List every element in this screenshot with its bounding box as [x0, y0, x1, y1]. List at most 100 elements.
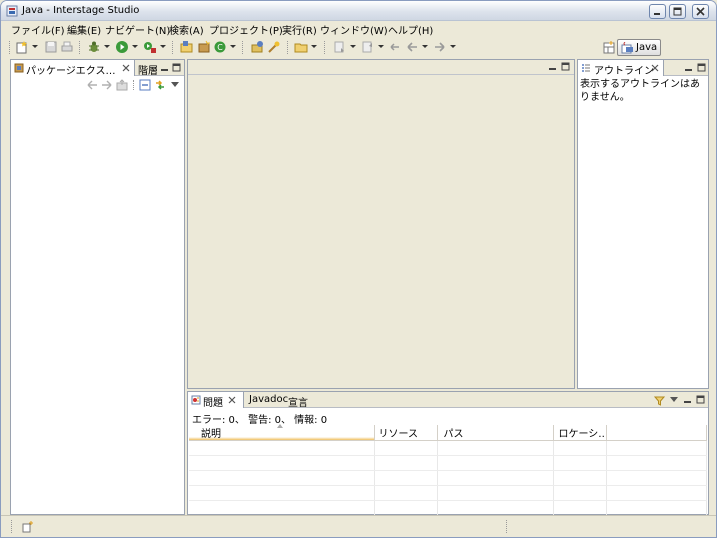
back-icon[interactable]	[405, 40, 419, 54]
menu-navigate[interactable]: ナビゲート(N)	[105, 22, 170, 37]
next-annotation-dropdown[interactable]	[350, 45, 356, 48]
close-tab-icon[interactable]	[122, 64, 130, 72]
tab-package-explorer[interactable]: パッケージエクス…	[11, 60, 135, 77]
menu-file[interactable]: ファイル(F)	[11, 22, 65, 37]
print-icon[interactable]	[60, 40, 74, 54]
close-tab-icon[interactable]	[228, 396, 236, 404]
open-type-icon[interactable]	[251, 40, 265, 54]
menu-project[interactable]: プロジェクト(P)	[209, 22, 283, 37]
run-dropdown[interactable]	[132, 45, 138, 48]
package-explorer-tab-label: パッケージエクス…	[26, 66, 116, 77]
maximize-view-icon[interactable]	[697, 63, 706, 72]
menu-help[interactable]: ヘルプ(H)	[388, 22, 433, 37]
back-dropdown[interactable]	[422, 45, 428, 48]
view-menu-icon[interactable]	[171, 82, 179, 87]
toolbar-separator	[324, 41, 325, 54]
minimize-button[interactable]	[649, 4, 666, 19]
table-cell	[553, 500, 607, 516]
tab-javadoc[interactable]: Javadoc	[246, 392, 289, 408]
new-class-dropdown[interactable]	[230, 45, 236, 48]
outline-view: アウトライン 表示するアウトラインはありません。	[577, 59, 709, 389]
javadoc-tab-label: Javadoc	[249, 394, 289, 405]
save-icon[interactable]	[44, 40, 58, 54]
new-icon[interactable]	[15, 40, 29, 54]
table-row	[189, 500, 707, 516]
open-folder-dropdown[interactable]	[311, 45, 317, 48]
table-cell	[374, 485, 438, 501]
back-nav-icon[interactable]	[86, 80, 98, 90]
tab-declaration[interactable]: 宣言	[286, 392, 310, 409]
external-tools-icon[interactable]	[143, 40, 157, 54]
debug-icon[interactable]	[87, 40, 101, 54]
minimize-icon	[654, 13, 660, 15]
menu-run[interactable]: 実行(R)	[282, 22, 317, 37]
problems-tab-label: 問題	[203, 398, 223, 409]
new-class-icon[interactable]: C	[213, 40, 227, 54]
tab-problems[interactable]: 問題	[188, 392, 244, 409]
table-cell	[437, 455, 554, 471]
maximize-view-icon[interactable]	[561, 62, 570, 71]
minimize-view-icon[interactable]	[160, 63, 169, 72]
outline-message: 表示するアウトラインはありません。	[580, 79, 700, 103]
new-dropdown[interactable]	[32, 45, 38, 48]
previous-annotation-icon[interactable]	[361, 40, 375, 54]
tab-hierarchy[interactable]: 階層	[135, 60, 159, 77]
tab-outline[interactable]: アウトライン	[578, 60, 664, 77]
column-extra	[606, 425, 707, 441]
package-explorer-icon	[14, 63, 24, 73]
close-button[interactable]	[692, 4, 709, 19]
external-tools-dropdown[interactable]	[160, 45, 166, 48]
menu-edit[interactable]: 編集(E)	[67, 22, 101, 37]
new-package-icon[interactable]	[197, 40, 211, 54]
collapse-all-icon[interactable]	[139, 79, 151, 91]
table-cell	[606, 500, 707, 516]
status-separator	[11, 520, 12, 533]
fast-view-icon[interactable]	[22, 521, 34, 533]
table-cell	[189, 485, 375, 501]
last-edit-location-icon[interactable]	[389, 40, 403, 54]
minimize-view-icon[interactable]	[548, 62, 557, 71]
forward-nav-icon[interactable]	[101, 80, 113, 90]
debug-dropdown[interactable]	[104, 45, 110, 48]
app-icon	[6, 5, 18, 17]
column-resource[interactable]: リソース	[374, 425, 438, 441]
title-bar[interactable]: Java - Interstage Studio	[1, 1, 716, 21]
search-icon[interactable]	[267, 40, 281, 54]
java-perspective-icon	[621, 42, 633, 54]
table-cell	[374, 440, 438, 456]
new-java-project-icon[interactable]	[180, 40, 194, 54]
maximize-button[interactable]	[669, 4, 686, 19]
java-perspective-button[interactable]: Java	[617, 39, 661, 56]
close-tab-icon[interactable]	[651, 64, 659, 72]
minimize-view-icon[interactable]	[684, 63, 693, 72]
column-path-label: パス	[443, 429, 464, 440]
menu-bar: ファイル(F) 編集(E) ナビゲート(N) 検索(A) プロジェクト(P) 実…	[1, 21, 716, 37]
status-separator	[506, 520, 507, 533]
next-annotation-icon[interactable]	[333, 40, 347, 54]
forward-dropdown[interactable]	[450, 45, 456, 48]
table-cell	[606, 440, 707, 456]
maximize-view-icon[interactable]	[696, 395, 705, 404]
open-perspective-icon[interactable]	[602, 41, 616, 55]
menu-search[interactable]: 検索(A)	[169, 22, 204, 37]
outline-icon	[582, 64, 590, 72]
menu-window[interactable]: ウィンドウ(W)	[320, 22, 388, 37]
view-menu-icon[interactable]	[670, 397, 678, 402]
minimize-view-icon[interactable]	[683, 395, 692, 404]
maximize-icon	[673, 7, 682, 16]
column-path[interactable]: パス	[437, 425, 554, 441]
column-resource-label: リソース	[378, 429, 419, 440]
column-location[interactable]: ロケーシ…	[553, 425, 607, 441]
forward-icon[interactable]	[433, 40, 447, 54]
outline-tab-row: アウトライン	[578, 60, 708, 77]
table-cell	[189, 455, 375, 471]
maximize-view-icon[interactable]	[172, 63, 181, 72]
column-description[interactable]: 説明	[189, 424, 375, 441]
link-with-editor-icon[interactable]	[154, 79, 166, 91]
open-folder-icon[interactable]	[294, 40, 308, 54]
column-location-label: ロケーシ…	[558, 429, 606, 440]
up-icon[interactable]	[116, 79, 128, 91]
filter-icon[interactable]	[654, 395, 665, 406]
previous-annotation-dropdown[interactable]	[378, 45, 384, 48]
run-icon[interactable]	[115, 40, 129, 54]
